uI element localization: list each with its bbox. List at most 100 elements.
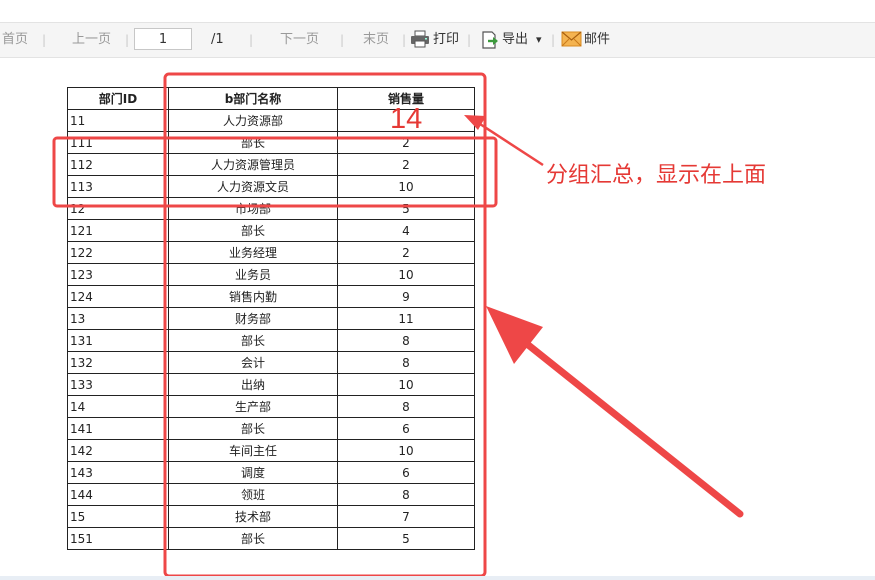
table-row: 121 部长 4	[67, 219, 475, 242]
dept-id-cell: 132	[67, 351, 169, 374]
last-page-button[interactable]: 末页	[363, 23, 389, 57]
toolbar-separator: |	[340, 33, 345, 47]
page-total-label: /1	[211, 32, 224, 47]
toolbar-separator: |	[125, 33, 130, 47]
table-row: 132 会计 8	[67, 351, 475, 374]
sales-cell: 8	[337, 351, 475, 374]
sales-cell: 2	[337, 153, 475, 176]
dept-id-cell: 12	[67, 197, 169, 220]
dept-id-cell: 123	[67, 263, 169, 286]
dept-name-cell: 部长	[168, 329, 338, 352]
table-row: 144 领班 8	[67, 483, 475, 506]
col-header-dept-name: b部门名称	[168, 87, 338, 110]
prev-page-button[interactable]: 上一页	[72, 23, 111, 57]
dept-id-cell: 143	[67, 461, 169, 484]
sales-cell: 10	[337, 263, 475, 286]
dept-name-cell: 业务经理	[168, 241, 338, 264]
dept-id-cell: 141	[67, 417, 169, 440]
dept-id-cell: 112	[67, 153, 169, 176]
dept-name-cell: 财务部	[168, 307, 338, 330]
dept-id-cell: 111	[67, 131, 169, 154]
printer-icon[interactable]	[410, 23, 430, 57]
dept-name-cell: 部长	[168, 131, 338, 154]
dept-name-cell: 人力资源管理员	[168, 153, 338, 176]
table-row: 124 销售内勤 9	[67, 285, 475, 308]
print-button[interactable]: 打印	[433, 23, 459, 57]
dept-name-cell: 部长	[168, 417, 338, 440]
group-total-value: 14	[390, 103, 423, 135]
dept-id-cell: 13	[67, 307, 169, 330]
sales-cell: 6	[337, 417, 475, 440]
table-row: 142 车间主任 10	[67, 439, 475, 462]
sales-cell: 10	[337, 439, 475, 462]
dept-name-cell: 销售内勤	[168, 285, 338, 308]
toolbar-separator: |	[42, 33, 47, 47]
first-page-button[interactable]: 首页	[2, 23, 28, 57]
dept-name-cell: 技术部	[168, 505, 338, 528]
sales-cell: 8	[337, 329, 475, 352]
sales-cell: 11	[337, 307, 475, 330]
dept-id-cell: 122	[67, 241, 169, 264]
table-row: 113 人力资源文员 10	[67, 175, 475, 198]
sales-cell: 6	[337, 461, 475, 484]
sales-cell: 8	[337, 483, 475, 506]
annotation-note: 分组汇总，显示在上面	[546, 163, 767, 188]
report-table: 部门ID b部门名称 销售量 11 人力资源部 111 部长 2 112 人力资源管理员…	[67, 87, 475, 550]
dept-name-cell: 会计	[168, 351, 338, 374]
dept-name-cell: 调度	[168, 461, 338, 484]
dept-name-cell: 市场部	[168, 197, 338, 220]
export-button[interactable]: 导出	[502, 23, 528, 57]
toolbar-separator: |	[467, 33, 472, 47]
toolbar-separator: |	[249, 33, 254, 47]
table-row: 141 部长 6	[67, 417, 475, 440]
table-row: 122 业务经理 2	[67, 241, 475, 264]
dept-id-cell: 121	[67, 219, 169, 242]
sales-cell: 9	[337, 285, 475, 308]
mail-icon[interactable]	[561, 23, 582, 57]
sales-cell: 7	[337, 505, 475, 528]
sales-cell: 10	[337, 373, 475, 396]
table-row: 123 业务员 10	[67, 263, 475, 286]
export-icon[interactable]	[480, 23, 500, 57]
dept-name-cell: 车间主任	[168, 439, 338, 462]
sales-cell: 8	[337, 395, 475, 418]
dept-name-cell: 部长	[168, 219, 338, 242]
next-page-button[interactable]: 下一页	[280, 23, 319, 57]
mail-button[interactable]: 邮件	[584, 23, 610, 57]
table-row: 15 技术部 7	[67, 505, 475, 528]
sales-cell: 2	[337, 241, 475, 264]
bottom-scroll-area	[0, 576, 875, 580]
table-row: 14 生产部 8	[67, 395, 475, 418]
dept-id-cell: 14	[67, 395, 169, 418]
table-row: 12 市场部 5	[67, 197, 475, 220]
table-row: 131 部长 8	[67, 329, 475, 352]
dept-id-cell: 15	[67, 505, 169, 528]
report-toolbar: 首页 | 上一页 | /1 | 下一页 | 末页 | 打印 | 导出 ▾ | 邮…	[0, 22, 875, 58]
dept-id-cell: 131	[67, 329, 169, 352]
table-row: 112 人力资源管理员 2	[67, 153, 475, 176]
page-number-input[interactable]	[134, 28, 192, 50]
sales-cell: 5	[337, 197, 475, 220]
dept-id-cell: 144	[67, 483, 169, 506]
dept-name-cell: 出纳	[168, 373, 338, 396]
dept-name-cell: 部长	[168, 527, 338, 550]
dept-name-cell: 人力资源部	[168, 109, 338, 132]
table-row: 151 部长 5	[67, 527, 475, 550]
dept-name-cell: 生产部	[168, 395, 338, 418]
dept-name-cell: 领班	[168, 483, 338, 506]
dept-id-cell: 151	[67, 527, 169, 550]
dept-id-cell: 142	[67, 439, 169, 462]
toolbar-separator: |	[551, 33, 556, 47]
table-row: 133 出纳 10	[67, 373, 475, 396]
export-dropdown-caret-icon[interactable]: ▾	[536, 23, 542, 57]
dept-id-cell: 113	[67, 175, 169, 198]
sales-cell: 4	[337, 219, 475, 242]
sales-cell: 5	[337, 527, 475, 550]
sales-cell: 10	[337, 175, 475, 198]
dept-name-cell: 人力资源文员	[168, 175, 338, 198]
dept-id-cell: 124	[67, 285, 169, 308]
dept-id-cell: 11	[67, 109, 169, 132]
dept-name-cell: 业务员	[168, 263, 338, 286]
toolbar-separator: |	[402, 33, 407, 47]
col-header-dept-id: 部门ID	[67, 87, 169, 110]
